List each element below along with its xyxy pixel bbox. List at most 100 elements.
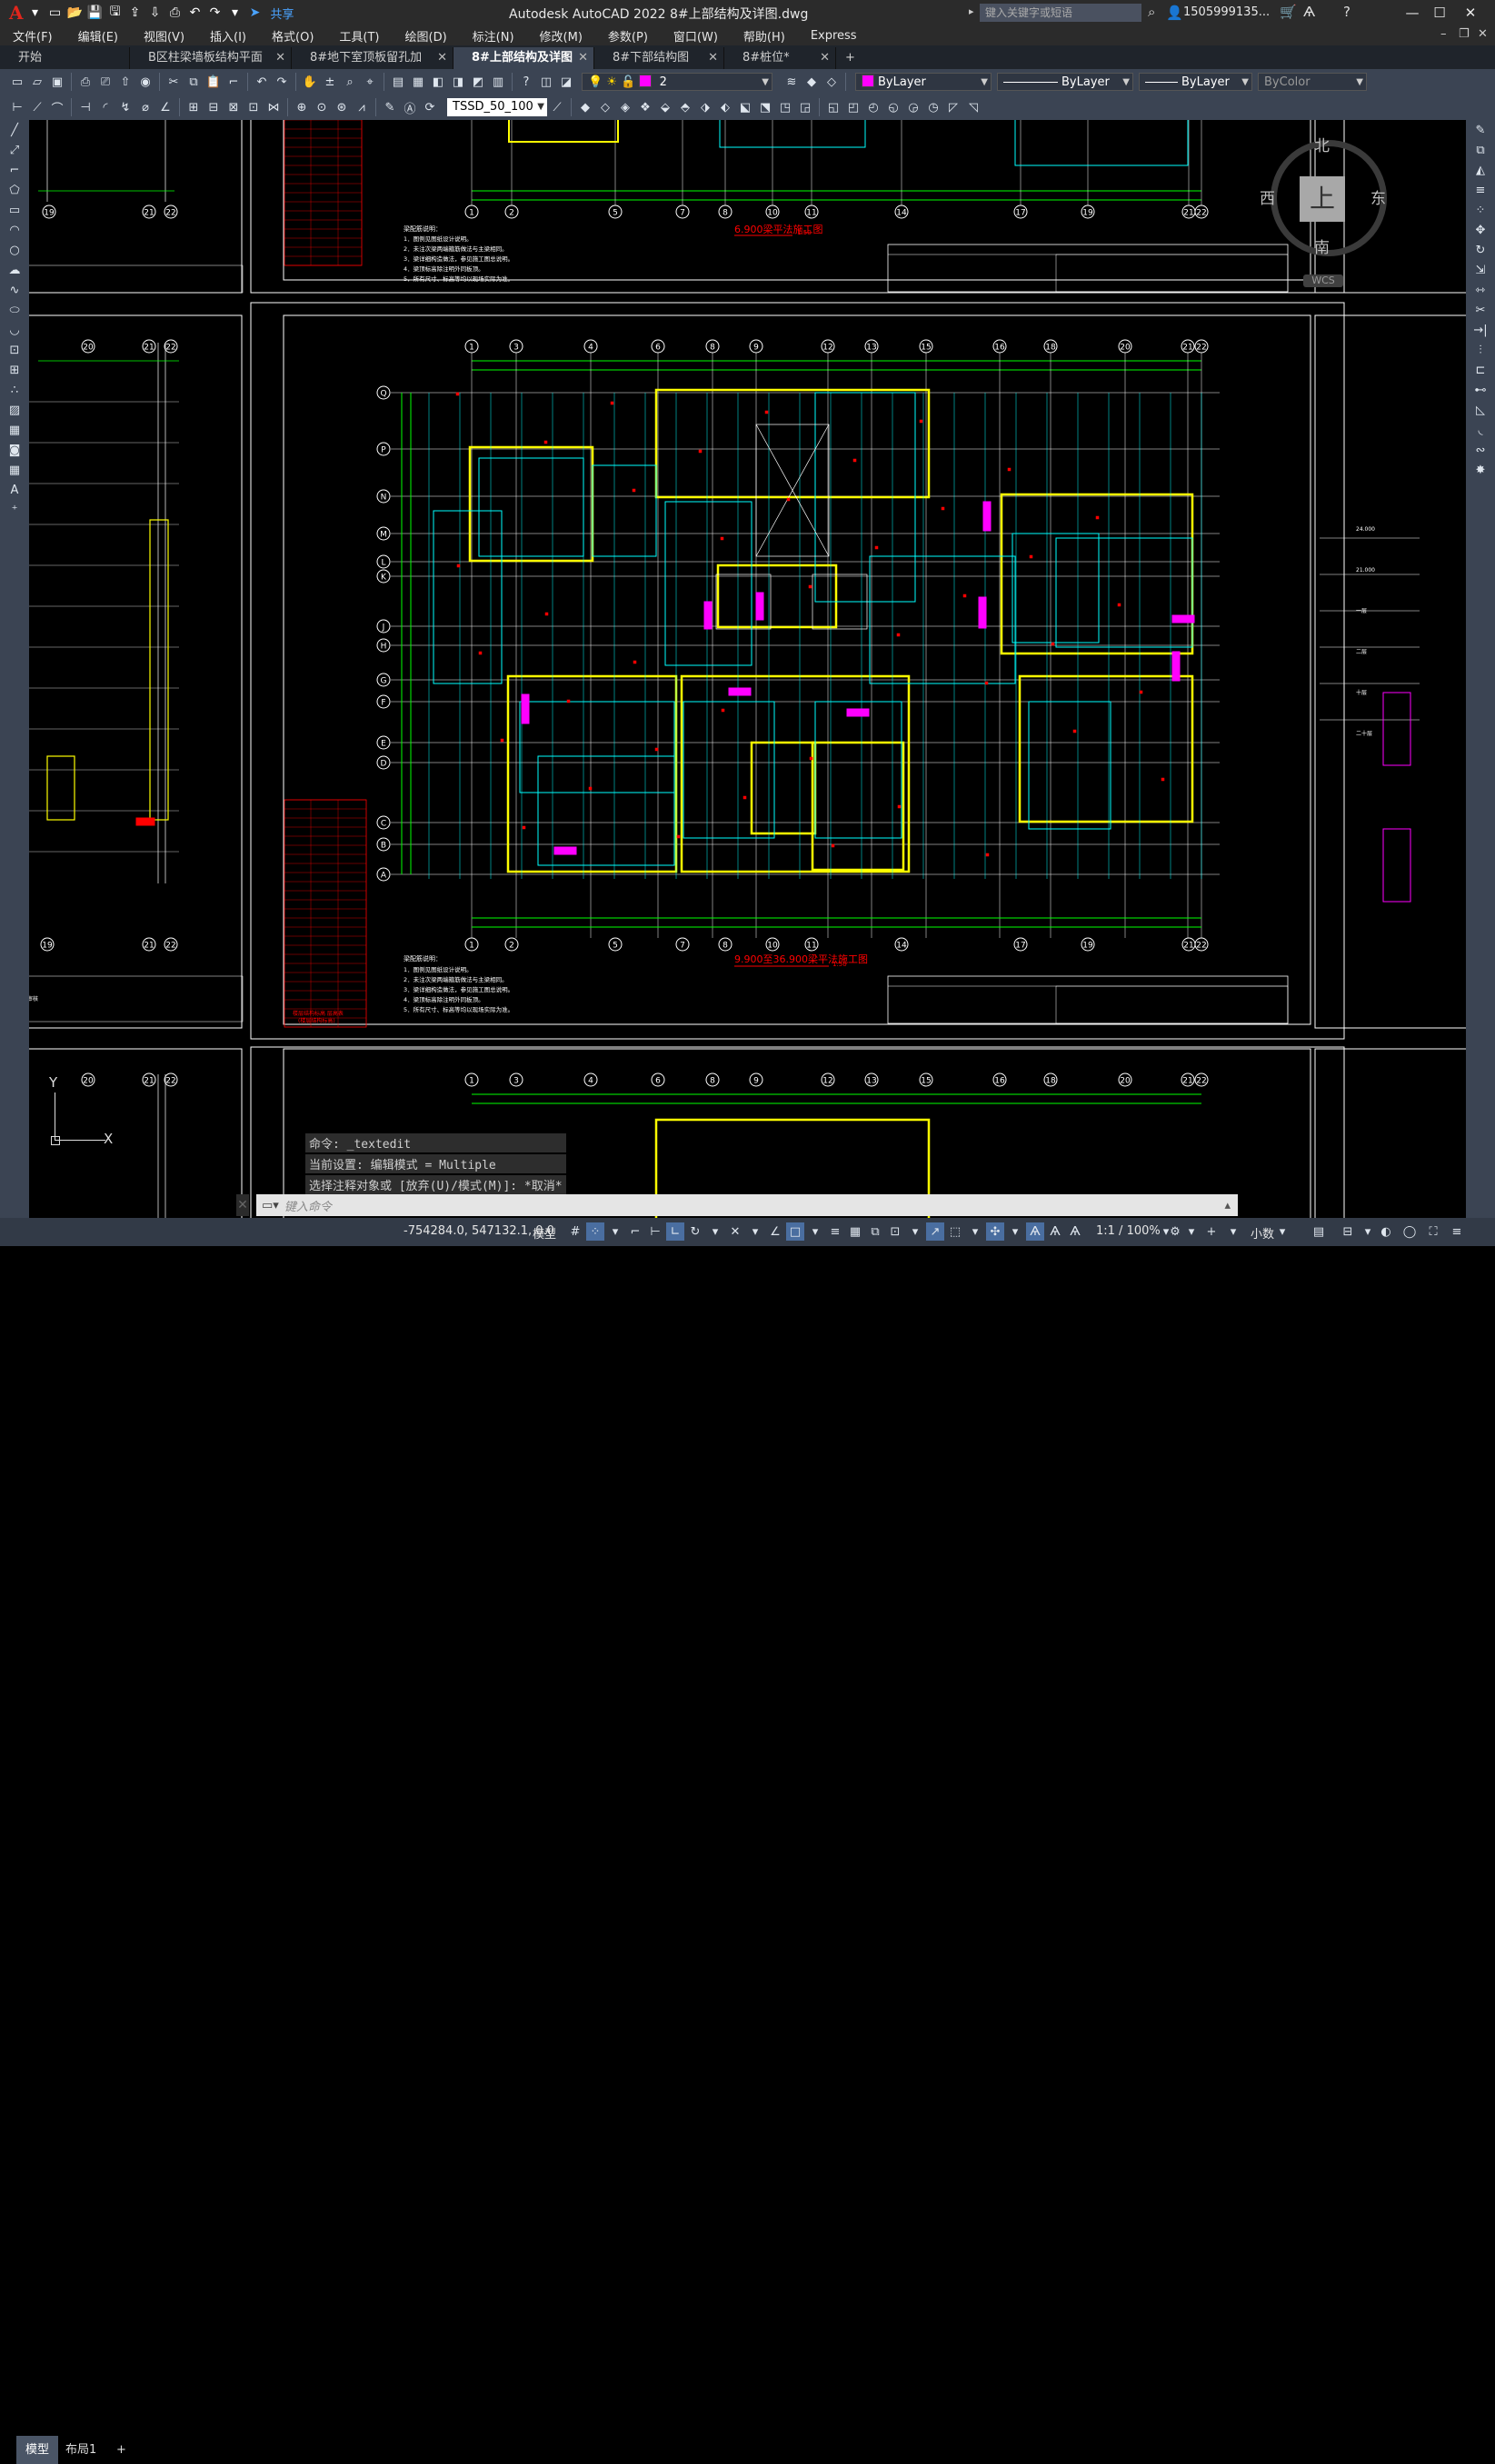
close-button[interactable]: ✕ bbox=[1458, 3, 1483, 23]
rotate-icon[interactable]: ↻ bbox=[1470, 241, 1491, 260]
menu-express[interactable]: Express bbox=[798, 29, 870, 43]
color-dropdown[interactable]: ByLayer ▼ bbox=[855, 73, 992, 91]
new-file-icon[interactable]: ▭ bbox=[45, 3, 65, 23]
move-icon[interactable]: ✥ bbox=[1470, 221, 1491, 240]
tssd-section-icon[interactable]: ◴ bbox=[864, 98, 882, 116]
inspect-icon[interactable]: ⊛ bbox=[333, 98, 351, 116]
annotation-visibility-icon[interactable]: Ѧ bbox=[1026, 1222, 1044, 1241]
quick-properties-icon[interactable]: ▤ bbox=[1310, 1222, 1328, 1241]
menu-help[interactable]: 帮助(H) bbox=[731, 27, 798, 45]
command-close-icon[interactable]: ✕ bbox=[236, 1194, 249, 1216]
drawing-canvas[interactable]: 1 2 5 7 8 10 11 14 17 19 21 22 6.900梁平法施工图 1:50 梁配筋说明：… bbox=[29, 120, 1466, 1218]
model-tab[interactable]: 模型 bbox=[16, 2436, 59, 2464]
infer-constraints-icon[interactable]: ⌐ bbox=[626, 1222, 644, 1241]
help-icon[interactable]: ? bbox=[1343, 4, 1350, 20]
dim-ordinate-icon[interactable]: ⊣ bbox=[76, 98, 95, 116]
save-icon[interactable]: ▣ bbox=[48, 73, 66, 91]
transparency-icon[interactable]: ▦ bbox=[846, 1222, 864, 1241]
share-button[interactable]: 共享 bbox=[271, 5, 294, 22]
help-icon[interactable]: ? bbox=[517, 73, 535, 91]
dim-radius-icon[interactable]: ◜ bbox=[96, 98, 115, 116]
chevron-down-icon[interactable]: ▾ bbox=[746, 1222, 764, 1241]
object-snap-icon[interactable]: □ bbox=[786, 1222, 804, 1241]
tssd-label-icon[interactable]: ⬖ bbox=[716, 98, 734, 116]
annotation-monitor-icon[interactable]: + bbox=[1202, 1222, 1221, 1241]
close-tab-icon[interactable]: ✕ bbox=[820, 47, 830, 69]
undo-icon[interactable]: ↶ bbox=[185, 3, 205, 23]
dim-linear-icon[interactable]: ⊢ bbox=[8, 98, 26, 116]
compass-south[interactable]: 南 bbox=[1314, 234, 1330, 257]
copy-icon[interactable]: ⧉ bbox=[1470, 141, 1491, 160]
insert-block-icon[interactable]: ⊡ bbox=[4, 341, 25, 360]
selection-cycling-icon[interactable]: ⧉ bbox=[866, 1222, 884, 1241]
isodraft-icon[interactable]: ✕ bbox=[726, 1222, 744, 1241]
menu-tools[interactable]: 工具(T) bbox=[326, 27, 392, 45]
lock-ui-icon[interactable]: ⊟ bbox=[1339, 1222, 1357, 1241]
layer-dropdown[interactable]: 💡 ☀ 🔓 2 ▼ bbox=[582, 73, 772, 91]
stretch-icon[interactable]: ⇿ bbox=[1470, 281, 1491, 300]
chevron-down-icon[interactable]: ▾ bbox=[1182, 1222, 1201, 1241]
chevron-down-icon[interactable]: ▾ bbox=[1224, 1222, 1242, 1241]
command-history-up-icon[interactable]: ▴ bbox=[1224, 1199, 1231, 1212]
quick-dim-icon[interactable]: ⊞ bbox=[184, 98, 203, 116]
chevron-down-icon[interactable]: ▾ bbox=[966, 1222, 984, 1241]
table-icon[interactable]: ▦ bbox=[4, 461, 25, 480]
pan-icon[interactable]: ✋ bbox=[301, 73, 319, 91]
compass-east[interactable]: 东 bbox=[1370, 185, 1386, 208]
tssd-column-icon[interactable]: ◇ bbox=[596, 98, 614, 116]
menu-draw[interactable]: 绘图(D) bbox=[393, 27, 460, 45]
arc-icon[interactable]: ◠ bbox=[4, 221, 25, 240]
gradient-icon[interactable]: ▦ bbox=[4, 421, 25, 440]
minimize-button[interactable]: — bbox=[1400, 3, 1425, 23]
copy-icon[interactable]: ⧉ bbox=[184, 73, 203, 91]
close-tab-icon[interactable]: ✕ bbox=[578, 47, 588, 69]
customize-icon[interactable]: ≡ bbox=[1448, 1222, 1466, 1241]
dim-edit-icon[interactable]: ✎ bbox=[381, 98, 399, 116]
new-icon[interactable]: ▭ bbox=[8, 73, 26, 91]
hardware-accel-icon[interactable]: ◯ bbox=[1400, 1222, 1419, 1241]
ellipse-arc-icon[interactable]: ◡ bbox=[4, 321, 25, 340]
trim-icon[interactable]: ✂ bbox=[1470, 301, 1491, 320]
search-icon[interactable]: ⌕ bbox=[1148, 4, 1155, 20]
annotation-scale[interactable]: 1:1 / 100% bbox=[1096, 1224, 1161, 1238]
polar-icon[interactable]: ↻ bbox=[686, 1222, 704, 1241]
user-icon[interactable]: 👤 bbox=[1166, 5, 1183, 21]
search-input[interactable]: 键入关键字或短语 bbox=[980, 4, 1141, 22]
offset-icon[interactable]: ≡ bbox=[1470, 181, 1491, 200]
compass-west[interactable]: 西 bbox=[1260, 185, 1275, 208]
menu-parametric[interactable]: 参数(P) bbox=[595, 27, 661, 45]
undo-icon[interactable]: ↶ bbox=[253, 73, 271, 91]
web-save-icon[interactable]: ⇪ bbox=[125, 3, 145, 23]
dynamic-ucs-icon[interactable]: ↗ bbox=[926, 1222, 944, 1241]
revcloud-icon[interactable]: ☁ bbox=[4, 261, 25, 280]
join-icon[interactable]: ⊷ bbox=[1470, 381, 1491, 400]
construction-line-icon[interactable]: ⤢ bbox=[4, 141, 25, 160]
tool-palettes-icon[interactable]: ◧ bbox=[429, 73, 447, 91]
close-tab-icon[interactable]: ✕ bbox=[708, 47, 718, 69]
erase-icon[interactable]: ✎ bbox=[1470, 121, 1491, 140]
tolerance-icon[interactable]: ⊕ bbox=[293, 98, 311, 116]
dim-update-icon[interactable]: ⟳ bbox=[421, 98, 439, 116]
hatch-icon[interactable]: ▨ bbox=[4, 401, 25, 420]
explode-icon[interactable]: ✸ bbox=[1470, 461, 1491, 480]
units-selector[interactable]: 小数 bbox=[1251, 1224, 1274, 1242]
maximize-button[interactable]: ☐ bbox=[1427, 3, 1452, 23]
chevron-down-icon[interactable]: ▾ bbox=[806, 1222, 824, 1241]
wcs-menu[interactable]: WCS bbox=[1303, 274, 1343, 287]
chamfer-icon[interactable]: ◺ bbox=[1470, 401, 1491, 420]
tssd-grid-icon[interactable]: ⬗ bbox=[696, 98, 714, 116]
region-icon[interactable]: ◙ bbox=[4, 441, 25, 460]
make-current-icon[interactable]: ≋ bbox=[782, 73, 801, 91]
object-snap-tracking-icon[interactable]: ∠ bbox=[766, 1222, 784, 1241]
tab-file[interactable]: 8#地下室顶板留孔加腋图✕ bbox=[292, 47, 453, 86]
calculator-icon[interactable]: ▥ bbox=[489, 73, 507, 91]
text-style-dropdown[interactable]: TSSD_50_100 ▼ bbox=[447, 98, 547, 116]
scale-icon[interactable]: ⇲ bbox=[1470, 261, 1491, 280]
tssd-table-icon[interactable]: ◲ bbox=[796, 98, 814, 116]
dim-angular-icon[interactable]: ∠ bbox=[156, 98, 174, 116]
extend-icon[interactable]: →| bbox=[1470, 321, 1491, 340]
properties-icon[interactable]: ▤ bbox=[389, 73, 407, 91]
save-as-icon[interactable]: 🖫 bbox=[105, 3, 125, 23]
tssd-detail-icon[interactable]: ◳ bbox=[776, 98, 794, 116]
compass-north[interactable]: 北 bbox=[1314, 133, 1330, 155]
